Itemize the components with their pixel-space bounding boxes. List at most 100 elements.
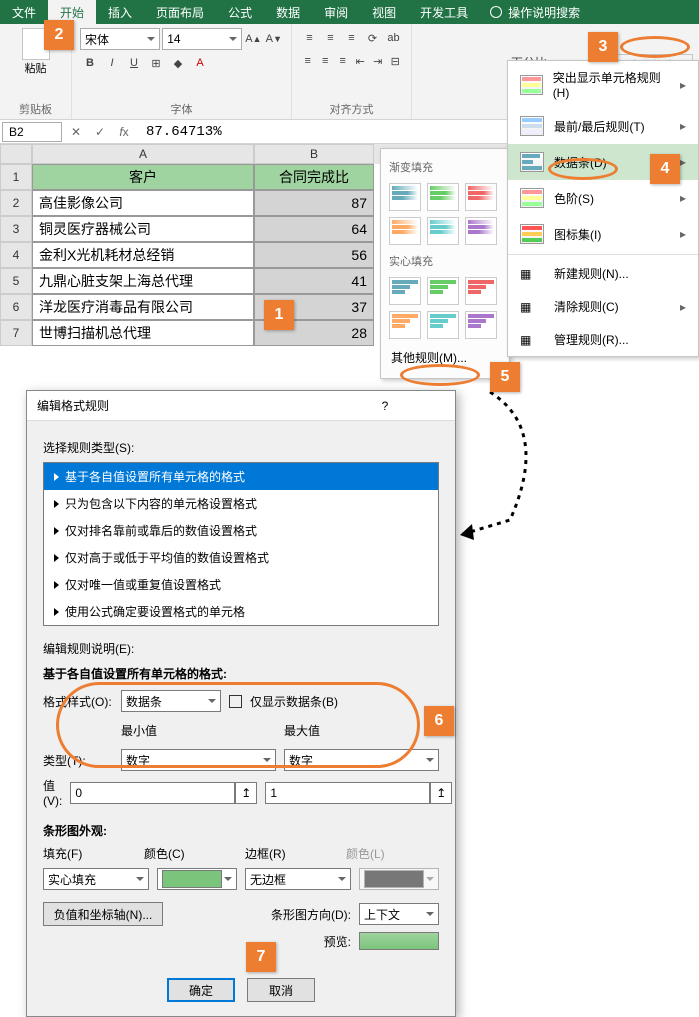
tab-file[interactable]: 文件 <box>0 0 48 25</box>
cell[interactable]: 高佳影像公司 <box>32 190 254 216</box>
cell[interactable]: 世博扫描机总代理 <box>32 320 254 346</box>
header-cell[interactable]: 合同完成比 <box>254 164 374 190</box>
neg-axis-button[interactable]: 负值和坐标轴(N)... <box>43 902 163 926</box>
font-color-button[interactable]: A <box>190 53 210 73</box>
align-bot-button[interactable]: ≡ <box>342 28 361 48</box>
grad-red[interactable] <box>465 183 497 211</box>
grad-cyan[interactable] <box>427 217 459 245</box>
font-name-select[interactable]: 宋体 <box>80 28 160 50</box>
fx-icon[interactable]: fx <box>112 125 136 139</box>
bar-dir-select[interactable]: 上下文 <box>359 903 439 925</box>
max-value-input[interactable] <box>265 782 430 804</box>
cancel-button[interactable]: 取消 <box>247 978 315 1002</box>
dialog-titlebar[interactable]: 编辑格式规则 ? ✕ <box>27 391 455 421</box>
tab-dev[interactable]: 开发工具 <box>408 0 480 25</box>
borders-button[interactable]: ⊞ <box>146 53 166 73</box>
rule-type-item[interactable]: 仅对排名靠前或靠后的数值设置格式 <box>44 517 438 544</box>
solid-green[interactable] <box>427 277 459 305</box>
select-all-corner[interactable] <box>0 144 32 164</box>
fill-color-button[interactable]: ◆ <box>168 53 188 73</box>
min-value-input[interactable] <box>70 782 235 804</box>
tab-insert[interactable]: 插入 <box>96 0 144 25</box>
grad-purple[interactable] <box>465 217 497 245</box>
tab-formulas[interactable]: 公式 <box>216 0 264 25</box>
cell[interactable]: 64 <box>254 216 374 242</box>
row-header[interactable]: 5 <box>0 268 32 294</box>
show-bar-only-checkbox[interactable] <box>229 695 242 708</box>
grad-green[interactable] <box>427 183 459 211</box>
cf-manage-rules[interactable]: ▦管理规则(R)... <box>508 323 698 356</box>
solid-cyan[interactable] <box>427 311 459 339</box>
rule-type-item[interactable]: 仅对唯一值或重复值设置格式 <box>44 571 438 598</box>
row-header[interactable]: 2 <box>0 190 32 216</box>
solid-purple[interactable] <box>465 311 497 339</box>
cf-clear-rules[interactable]: ▦清除规则(C)▸ <box>508 290 698 323</box>
cell[interactable]: 铜灵医疗器械公司 <box>32 216 254 242</box>
border-select[interactable]: 无边框 <box>245 868 351 890</box>
cell[interactable]: 九鼎心脏支架上海总代理 <box>32 268 254 294</box>
min-type-select[interactable]: 数字 <box>121 749 276 771</box>
rule-type-item[interactable]: 只为包含以下内容的单元格设置格式 <box>44 490 438 517</box>
rule-type-item[interactable]: 基于各自值设置所有单元格的格式 <box>44 463 438 490</box>
bold-button[interactable]: B <box>80 53 100 73</box>
name-box[interactable]: B2 <box>2 122 62 142</box>
cell[interactable]: 金利X光机耗材总经销 <box>32 242 254 268</box>
indent-dec-button[interactable]: ⇤ <box>353 51 369 71</box>
rule-type-item[interactable]: 使用公式确定要设置格式的单元格 <box>44 598 438 625</box>
fill-color-select[interactable] <box>157 868 237 890</box>
merge-button[interactable]: ⊟ <box>388 51 404 71</box>
format-style-select[interactable]: 数据条 <box>121 690 221 712</box>
ok-button[interactable]: 确定 <box>167 978 235 1002</box>
font-size-select[interactable]: 14 <box>162 28 242 50</box>
italic-button[interactable]: I <box>102 53 122 73</box>
increase-font-button[interactable]: A▲ <box>244 29 262 49</box>
cell[interactable]: 56 <box>254 242 374 268</box>
tab-data[interactable]: 数据 <box>264 0 312 25</box>
grad-orange[interactable] <box>389 217 421 245</box>
align-left-button[interactable]: ≡ <box>300 51 316 71</box>
row-header[interactable]: 7 <box>0 320 32 346</box>
tab-review[interactable]: 审阅 <box>312 0 360 25</box>
align-center-button[interactable]: ≡ <box>318 51 334 71</box>
col-header-B[interactable]: B <box>254 144 374 164</box>
cf-top-bottom[interactable]: 最前/最后规则(T)▸ <box>508 108 698 144</box>
cell[interactable]: 41 <box>254 268 374 294</box>
row-header[interactable]: 6 <box>0 294 32 320</box>
align-top-button[interactable]: ≡ <box>300 28 319 48</box>
tab-view[interactable]: 视图 <box>360 0 408 25</box>
help-button[interactable]: ? <box>365 391 405 421</box>
solid-red[interactable] <box>465 277 497 305</box>
align-mid-button[interactable]: ≡ <box>321 28 340 48</box>
cf-highlight-rules[interactable]: 突出显示单元格规则(H)▸ <box>508 61 698 108</box>
orientation-button[interactable]: ⟳ <box>363 28 382 48</box>
max-type-select[interactable]: 数字 <box>284 749 439 771</box>
close-button[interactable]: ✕ <box>405 391 445 421</box>
col-header-A[interactable]: A <box>32 144 254 164</box>
formula-value[interactable]: 87.64713% <box>136 124 222 140</box>
ref-picker-icon[interactable]: ↥ <box>430 782 452 804</box>
cf-icon-sets[interactable]: 图标集(I)▸ <box>508 216 698 252</box>
tell-me-search[interactable]: 操作说明搜索 <box>480 4 590 21</box>
solid-blue[interactable] <box>389 277 421 305</box>
cancel-icon[interactable]: ✕ <box>64 125 88 139</box>
row-header[interactable]: 3 <box>0 216 32 242</box>
decrease-font-button[interactable]: A▼ <box>265 29 283 49</box>
align-right-button[interactable]: ≡ <box>335 51 351 71</box>
solid-orange[interactable] <box>389 311 421 339</box>
fill-select[interactable]: 实心填充 <box>43 868 149 890</box>
enter-icon[interactable]: ✓ <box>88 125 112 139</box>
more-rules[interactable]: 其他规则(M)... <box>387 343 503 372</box>
header-cell[interactable]: 客户 <box>32 164 254 190</box>
cell[interactable]: 洋龙医疗消毒品有限公司 <box>32 294 254 320</box>
cell[interactable]: 87 <box>254 190 374 216</box>
cf-color-scales[interactable]: 色阶(S)▸ <box>508 180 698 216</box>
rule-type-item[interactable]: 仅对高于或低于平均值的数值设置格式 <box>44 544 438 571</box>
row-header[interactable]: 1 <box>0 164 32 190</box>
grad-blue[interactable] <box>389 183 421 211</box>
indent-inc-button[interactable]: ⇥ <box>370 51 386 71</box>
cf-new-rule[interactable]: ▦新建规则(N)... <box>508 257 698 290</box>
tab-layout[interactable]: 页面布局 <box>144 0 216 25</box>
row-header[interactable]: 4 <box>0 242 32 268</box>
underline-button[interactable]: U <box>124 53 144 73</box>
wrap-button[interactable]: ab <box>384 28 403 48</box>
